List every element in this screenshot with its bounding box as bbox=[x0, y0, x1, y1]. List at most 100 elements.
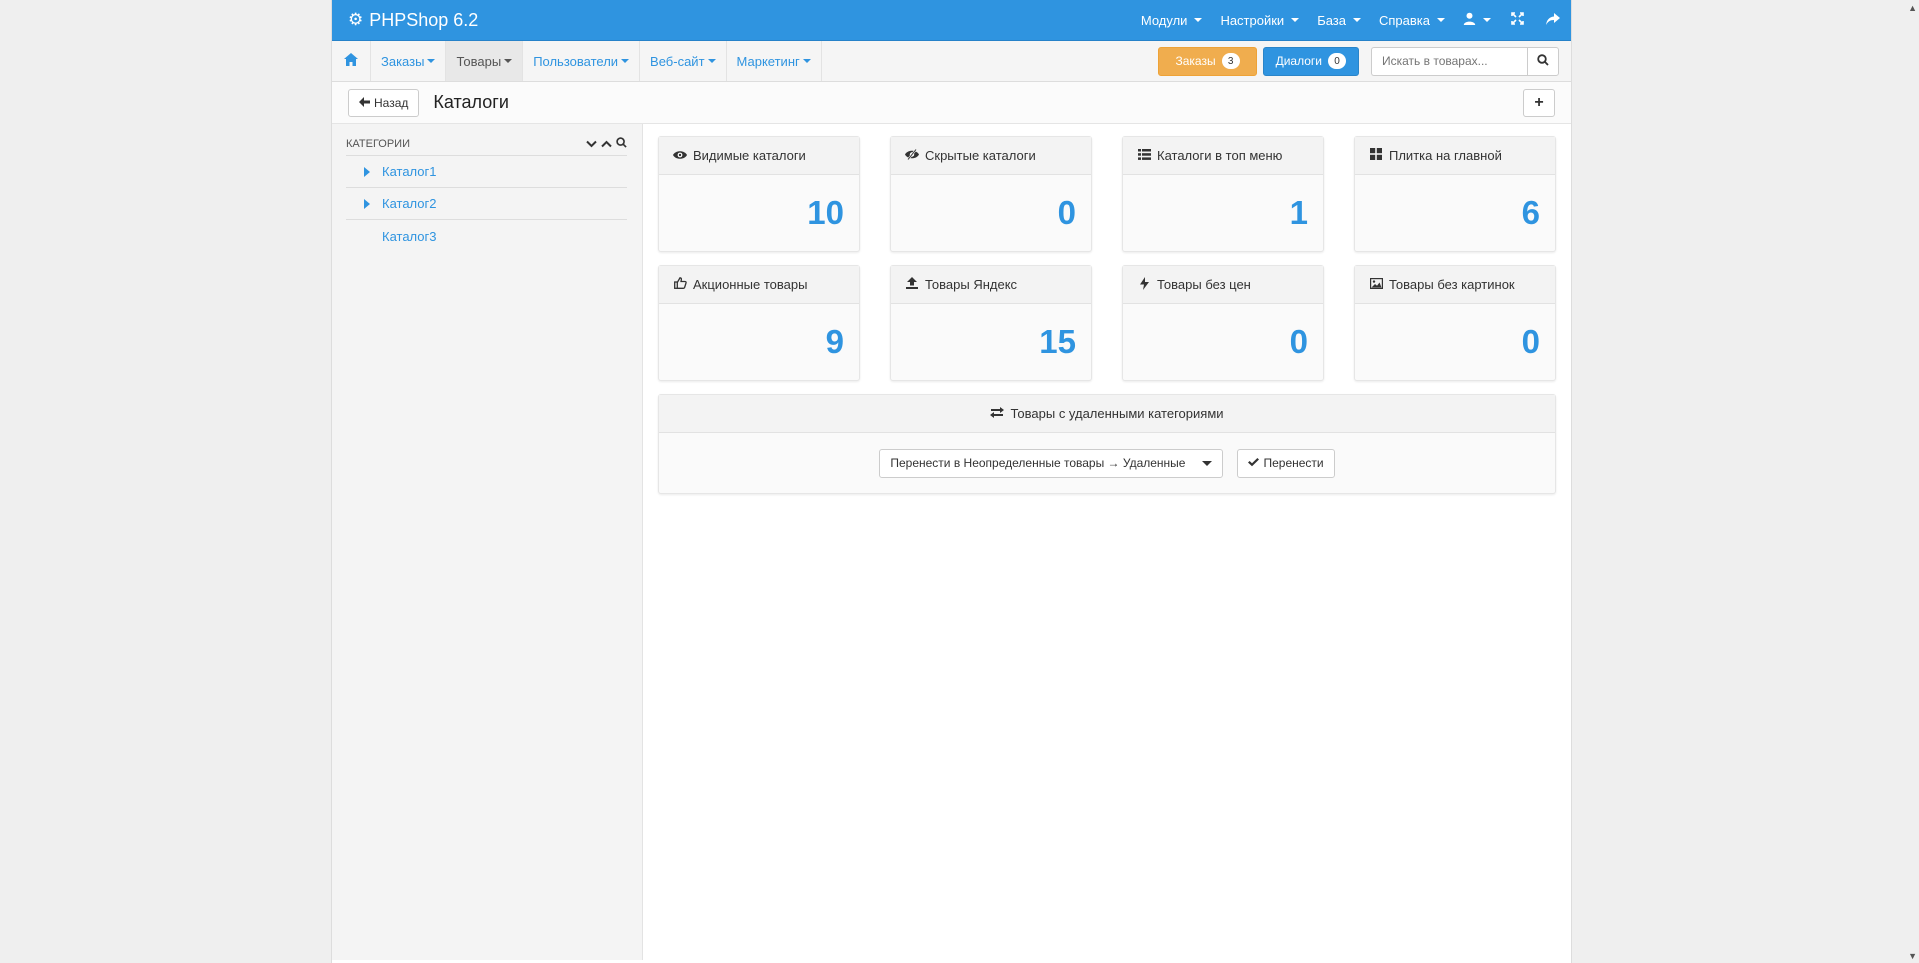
chevron-down-icon bbox=[1353, 18, 1361, 22]
chevron-down-icon bbox=[707, 59, 716, 63]
panel-title: Товары с удаленными категориями bbox=[1010, 406, 1224, 421]
stat-card-yandex[interactable]: Товары Яндекс 15 bbox=[890, 265, 1092, 381]
nav-products-label: Товары bbox=[456, 53, 502, 69]
card-value: 0 bbox=[1289, 323, 1308, 360]
arrow-left-icon bbox=[359, 96, 370, 110]
scroll-up-icon[interactable]: ▲ bbox=[1908, 3, 1917, 13]
caret-right-icon[interactable] bbox=[364, 166, 370, 177]
bolt-icon bbox=[1137, 276, 1151, 293]
chevron-down-icon bbox=[621, 59, 630, 63]
brand[interactable]: ⚙ PHPShop 6.2 bbox=[348, 10, 478, 31]
scroll-down-icon[interactable]: ▼ bbox=[1908, 951, 1917, 961]
orders-button[interactable]: Заказы 3 bbox=[1158, 46, 1257, 76]
plus-icon: + bbox=[1534, 93, 1544, 111]
chevron-down-icon bbox=[1483, 18, 1491, 22]
content-area: КАТЕГОРИИ Каталог1 Каталог2 Каталог3 Вид… bbox=[332, 124, 1571, 960]
card-header: Каталоги в топ меню bbox=[1123, 137, 1323, 175]
top-navbar: ⚙ PHPShop 6.2 Модули Настройки База Спра… bbox=[332, 0, 1571, 41]
stat-card-promo[interactable]: Акционные товары 9 bbox=[658, 265, 860, 381]
tree-item[interactable]: Каталог2 bbox=[346, 188, 627, 220]
menu-modules-label: Модули bbox=[1140, 12, 1188, 28]
menu-modules[interactable]: Модули bbox=[1132, 0, 1212, 40]
main-panel: Видимые каталоги 10 Скрытые каталоги 0 К… bbox=[643, 124, 1571, 960]
nav-products[interactable]: Товары bbox=[446, 41, 524, 81]
top-menu: Модули Настройки База Справка bbox=[1132, 0, 1571, 40]
title-bar: Назад Каталоги + bbox=[332, 82, 1571, 124]
stat-card-no-price[interactable]: Товары без цен 0 bbox=[1122, 265, 1324, 381]
chevron-down-icon bbox=[802, 59, 811, 63]
search-group bbox=[1371, 46, 1559, 76]
dialogs-button-label: Диалоги bbox=[1275, 54, 1322, 68]
dialogs-button[interactable]: Диалоги 0 bbox=[1262, 46, 1359, 76]
caret-right-icon[interactable] bbox=[364, 198, 370, 209]
move-button[interactable]: Перенести bbox=[1237, 448, 1335, 478]
tree-item[interactable]: Каталог3 bbox=[346, 220, 627, 252]
tree-item-label[interactable]: Каталог2 bbox=[382, 196, 437, 211]
card-title: Видимые каталоги bbox=[693, 148, 806, 163]
deleted-categories-panel: Товары с удаленными категориями Перенест… bbox=[658, 394, 1556, 494]
tree-item[interactable]: Каталог1 bbox=[346, 156, 627, 188]
sidebar-header: КАТЕГОРИИ bbox=[346, 132, 627, 156]
add-button[interactable]: + bbox=[1523, 88, 1555, 117]
card-title: Каталоги в топ меню bbox=[1157, 148, 1283, 163]
stat-card-visible[interactable]: Видимые каталоги 10 bbox=[658, 136, 860, 252]
stat-card-no-images[interactable]: Товары без картинок 0 bbox=[1354, 265, 1556, 381]
card-title: Товары Яндекс bbox=[925, 277, 1018, 292]
nav-website[interactable]: Веб-сайт bbox=[640, 41, 727, 81]
tree-item-label[interactable]: Каталог1 bbox=[382, 164, 437, 179]
card-title: Плитка на главной bbox=[1389, 148, 1502, 163]
card-header: Товары без картинок bbox=[1355, 266, 1555, 304]
sidebar-tools bbox=[586, 136, 627, 151]
share-button[interactable] bbox=[1535, 0, 1571, 40]
back-button[interactable]: Назад bbox=[348, 88, 420, 117]
gear-icon: ⚙ bbox=[348, 10, 364, 29]
stat-card-top-menu[interactable]: Каталоги в топ меню 1 bbox=[1122, 136, 1324, 252]
home-icon bbox=[344, 52, 358, 70]
move-button-label: Перенести bbox=[1263, 456, 1324, 470]
orders-count-badge: 3 bbox=[1221, 53, 1240, 69]
menu-help[interactable]: Справка bbox=[1370, 0, 1454, 40]
card-title: Скрытые каталоги bbox=[925, 148, 1036, 163]
move-target-select[interactable]: Перенести в Неопределенные товары → Удал… bbox=[879, 448, 1224, 478]
chevron-down-icon bbox=[1194, 18, 1203, 22]
eye-icon bbox=[673, 149, 687, 163]
app-window: ⚙ PHPShop 6.2 Модули Настройки База Спра… bbox=[331, 0, 1572, 963]
page-title: Каталоги bbox=[433, 92, 509, 112]
sidebar-heading: КАТЕГОРИИ bbox=[346, 137, 410, 150]
card-header: Скрытые каталоги bbox=[891, 137, 1091, 175]
fullscreen-icon bbox=[1511, 11, 1524, 29]
chevron-down-icon bbox=[504, 59, 513, 63]
grid-icon bbox=[1369, 148, 1383, 163]
fullscreen-button[interactable] bbox=[1500, 0, 1535, 40]
card-value: 1 bbox=[1289, 194, 1308, 231]
menu-database[interactable]: База bbox=[1308, 0, 1370, 40]
chevron-down-icon[interactable] bbox=[586, 137, 597, 151]
card-header: Товары Яндекс bbox=[891, 266, 1091, 304]
thumbs-up-icon bbox=[673, 277, 687, 292]
search-button[interactable] bbox=[1527, 46, 1559, 76]
nav-users-label: Пользователи bbox=[533, 53, 619, 69]
tree-item-label[interactable]: Каталог3 bbox=[382, 229, 437, 244]
orders-button-label: Заказы bbox=[1175, 54, 1216, 68]
chevron-up-icon[interactable] bbox=[601, 137, 612, 151]
menu-settings[interactable]: Настройки bbox=[1211, 0, 1308, 40]
stat-card-tiles[interactable]: Плитка на главной 6 bbox=[1354, 136, 1556, 252]
card-title: Акционные товары bbox=[693, 277, 808, 292]
search-input[interactable] bbox=[1371, 46, 1527, 76]
nav-orders[interactable]: Заказы bbox=[371, 41, 447, 81]
toolbar-right: Заказы 3 Диалоги 0 bbox=[1158, 46, 1571, 76]
user-menu[interactable] bbox=[1454, 0, 1500, 40]
eye-slash-icon bbox=[905, 148, 919, 163]
share-icon bbox=[1546, 12, 1560, 29]
home-button[interactable] bbox=[332, 41, 371, 81]
menu-settings-label: Настройки bbox=[1220, 12, 1285, 28]
dialogs-count-badge: 0 bbox=[1328, 53, 1346, 69]
nav-marketing[interactable]: Маркетинг bbox=[727, 41, 822, 81]
search-icon[interactable] bbox=[616, 136, 627, 151]
card-header: Плитка на главной bbox=[1355, 137, 1555, 175]
list-icon bbox=[1137, 148, 1151, 163]
category-sidebar: КАТЕГОРИИ Каталог1 Каталог2 Каталог3 bbox=[332, 124, 643, 960]
stat-card-hidden[interactable]: Скрытые каталоги 0 bbox=[890, 136, 1092, 252]
panel-header: Товары с удаленными категориями bbox=[659, 395, 1555, 433]
nav-users[interactable]: Пользователи bbox=[523, 41, 641, 81]
